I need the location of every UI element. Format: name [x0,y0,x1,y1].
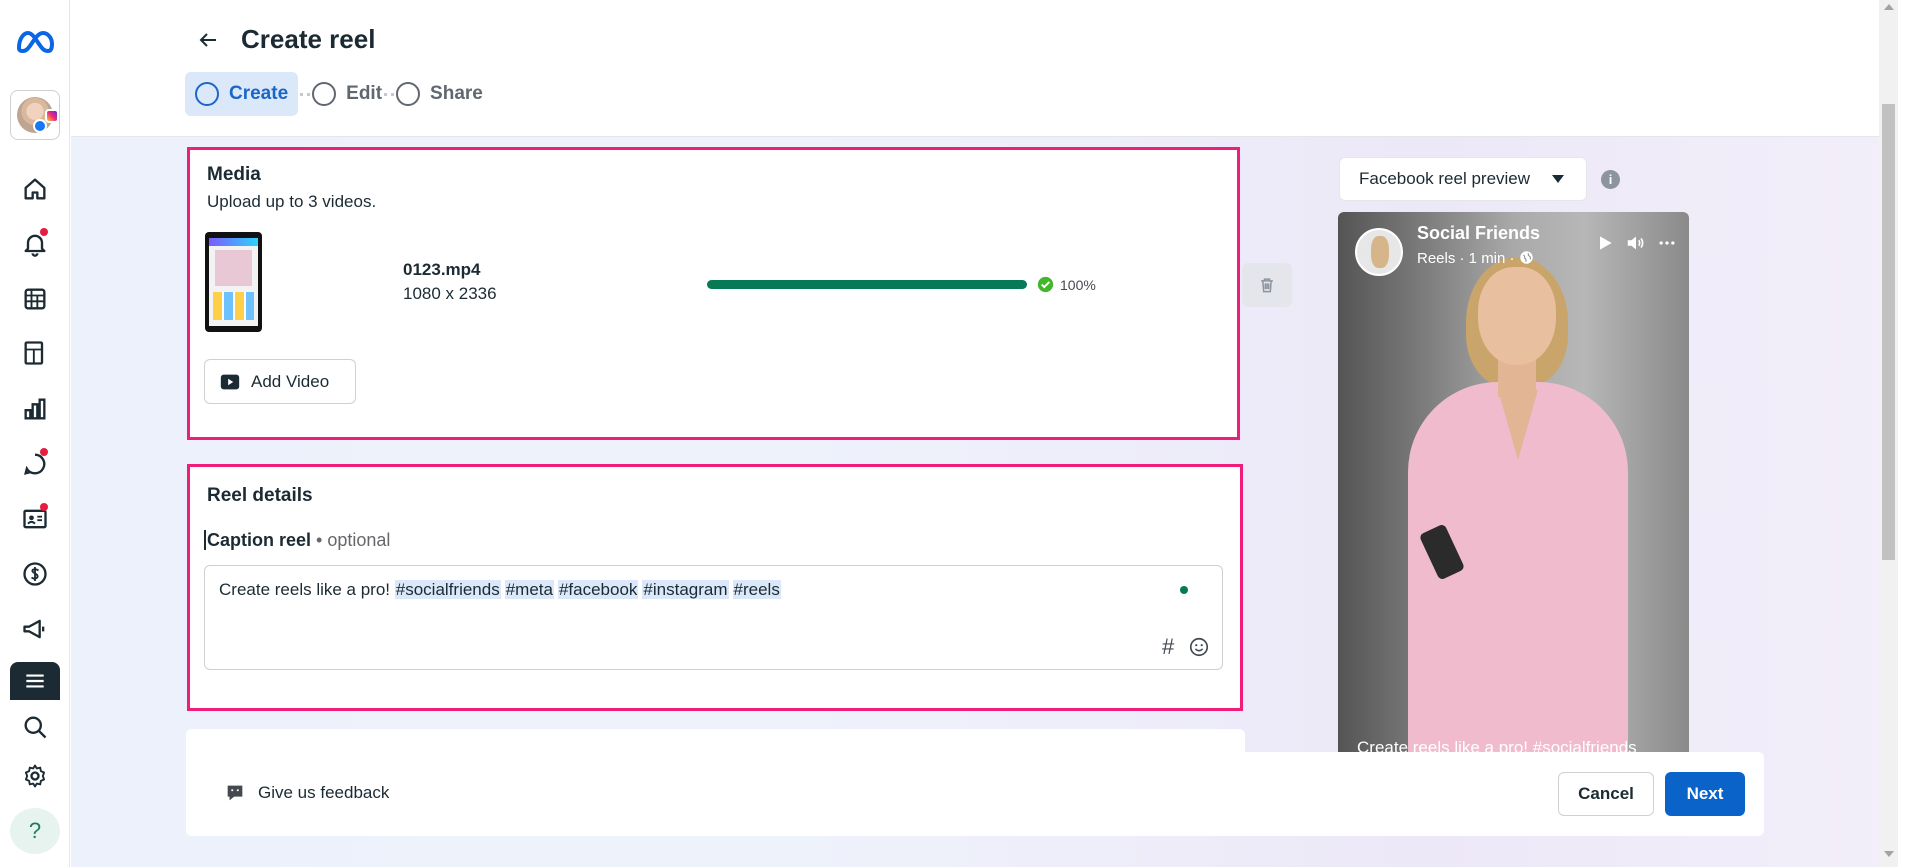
monetization-icon[interactable] [15,554,55,594]
left-sidebar: ? [0,0,70,867]
search-icon[interactable] [15,707,55,747]
feedback-label: Give us feedback [258,783,390,802]
delete-video-button[interactable] [1242,263,1292,307]
hashtag: #reels [732,580,781,599]
scrollbar-thumb[interactable] [1882,104,1895,560]
globe-icon [1519,251,1533,264]
reel-details-title: Reel details [207,485,313,506]
top-header: Create reel Create Edit Share [71,0,1879,137]
main-content: Create reel Create Edit Share Media Uplo… [71,0,1879,867]
step-separator [300,92,311,96]
feedback-icon [227,785,243,801]
caption-label: Caption reel [204,530,312,550]
inbox-icon[interactable] [15,444,55,484]
account-avatar[interactable] [10,90,60,140]
page-title: Create reel [241,24,376,54]
preview-caption: Create reels like a pro! #socialfriends [1357,738,1637,752]
check-circle-icon [1037,276,1054,293]
preview-meta-text: Reels · 1 min · [1417,250,1515,267]
caption-plain-text: Create reels like a pro! [219,580,391,599]
volume-icon[interactable] [1625,232,1647,254]
hashtag-icon[interactable]: # [1162,634,1174,660]
help-label: ? [28,818,42,843]
step-edit[interactable]: Edit [312,72,392,116]
preview-meta: Reels · 1 min · [1417,250,1534,267]
contacts-badge [40,503,48,511]
file-dimensions: 1080 x 2336 [403,284,497,303]
preview-account-avatar [1355,228,1403,276]
window-edge [1898,0,1919,867]
scroll-down-arrow-icon[interactable] [1884,851,1894,857]
info-icon[interactable]: i [1601,170,1620,189]
cancel-button[interactable]: Cancel [1558,772,1654,816]
hashtag: #meta [504,580,554,599]
feedback-link[interactable]: Give us feedback [224,782,389,804]
caret-down-icon [1552,175,1564,183]
home-icon[interactable] [15,169,55,209]
notifications-icon[interactable] [15,224,55,264]
step-edit-label: Edit [346,83,383,104]
contacts-icon[interactable] [15,499,55,539]
caption-text: Create reels like a pro! #socialfriends #… [219,580,785,600]
step-indicator: Create Edit Share [185,72,493,116]
emoji-icon[interactable] [1188,636,1210,658]
hashtag: #instagram [642,580,729,599]
more-options-icon[interactable] [1657,233,1677,253]
file-name: 0123.mp4 [403,260,481,279]
ads-icon[interactable] [15,609,55,649]
next-button[interactable]: Next [1665,772,1745,816]
vertical-scrollbar[interactable] [1879,0,1898,867]
step-create-circle-icon [195,82,219,106]
media-title: Media [207,164,261,185]
scroll-up-arrow-icon[interactable] [1884,4,1894,10]
notification-badge [40,228,48,236]
upload-progress-bar [707,280,1027,289]
posts-icon[interactable] [15,333,55,373]
upload-progress-fill [707,280,1027,289]
step-edit-circle-icon [312,82,337,106]
back-arrow-icon[interactable] [196,28,220,52]
media-subtitle: Upload up to 3 videos. [207,192,377,211]
preview-selector-dropdown[interactable]: Facebook reel preview [1339,157,1587,201]
media-section: Media Upload up to 3 videos. 0123.mp4 10… [187,147,1292,440]
preview-account-name: Social Friends [1417,223,1541,243]
trash-icon [1261,278,1273,293]
caption-label-row: Caption reel • optional [204,530,390,551]
reel-preview: Social Friends Reels · 1 min · Create re… [1338,212,1689,752]
video-thumbnail[interactable] [205,232,262,332]
step-create[interactable]: Create [185,72,299,116]
video-icon [220,374,240,389]
hashtag: #socialfriends [394,580,501,599]
bottom-action-bar: Give us feedback Cancel Next [186,752,1764,836]
inbox-badge [40,448,48,456]
step-create-label: Create [229,83,289,104]
settings-icon[interactable] [15,756,55,796]
meta-logo-icon[interactable] [15,22,55,62]
step-share-circle-icon [396,82,421,106]
insights-icon[interactable] [15,389,55,429]
play-icon[interactable] [1595,233,1615,253]
preview-controls [1595,232,1677,254]
menu-icon[interactable] [10,662,60,700]
status-dot [1180,586,1188,594]
hashtag: #facebook [557,580,639,599]
step-share[interactable]: Share [396,72,493,116]
caption-optional: • optional [316,530,391,550]
upload-percent: 100% [1060,277,1096,293]
add-video-label: Add Video [251,371,330,391]
table-icon[interactable] [15,279,55,319]
preview-selector-label: Facebook reel preview [1359,169,1531,188]
step-share-label: Share [430,83,483,104]
step-separator [384,92,395,96]
help-icon[interactable]: ? [10,808,60,854]
reel-details-section: Reel details Caption reel • optional Cre… [187,464,1243,711]
add-video-button[interactable]: Add Video [204,359,356,404]
caption-input[interactable]: Create reels like a pro! #socialfriends #… [204,565,1223,670]
